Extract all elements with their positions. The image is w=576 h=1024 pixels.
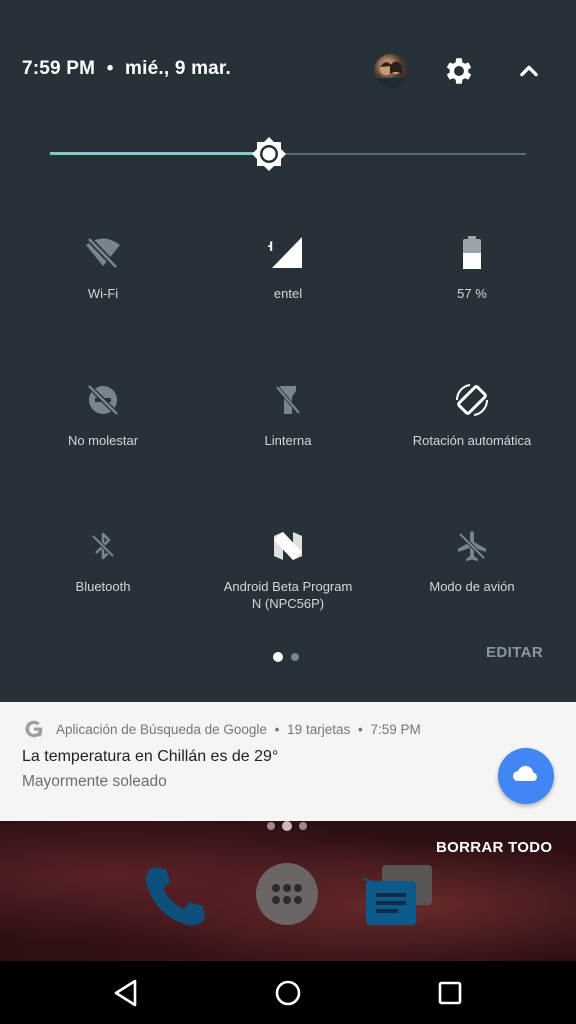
home-page-dots xyxy=(267,821,307,831)
tile-wifi[interactable]: Wi-Fi xyxy=(11,233,195,302)
tile-auto-rotate[interactable]: Rotación automática xyxy=(380,380,564,449)
clear-all-button[interactable]: BORRAR TODO xyxy=(436,839,552,856)
edit-button[interactable]: EDITAR xyxy=(486,644,543,661)
phone-app-icon[interactable] xyxy=(140,861,210,931)
wifi-off-icon xyxy=(86,236,120,270)
app-drawer-button[interactable] xyxy=(256,863,318,925)
tile-battery[interactable]: 57 % xyxy=(380,233,564,302)
do-not-disturb-off-icon xyxy=(87,384,119,416)
page-dot-active[interactable] xyxy=(273,652,283,662)
flashlight-off-icon xyxy=(275,385,301,415)
tile-label: Bluetooth xyxy=(75,579,131,594)
android-n-icon xyxy=(274,532,302,560)
collapse-chevron-up-icon[interactable] xyxy=(512,54,546,88)
tile-label: 57 % xyxy=(457,286,487,301)
tile-label: Modo de avión xyxy=(429,579,515,594)
network-type-badge: H xyxy=(268,238,273,254)
date-time[interactable]: 7:59 PM • mié., 9 mar. xyxy=(22,58,231,80)
settings-gear-icon[interactable] xyxy=(442,54,476,88)
notification-title: La temperatura en Chillán es de 29° xyxy=(22,748,279,765)
page-dot[interactable] xyxy=(291,653,299,661)
cloud-icon xyxy=(512,765,537,781)
brightness-slider[interactable] xyxy=(50,137,526,171)
navigation-bar xyxy=(0,961,576,1024)
back-icon[interactable] xyxy=(108,975,144,1011)
quick-settings-panel: 7:59 PM • mié., 9 mar. Wi-Fi H entel 57 … xyxy=(0,0,576,702)
avatar-photo-icon xyxy=(376,61,406,88)
bluetooth-off-icon xyxy=(90,532,116,560)
tile-flashlight[interactable]: Linterna xyxy=(196,380,380,449)
notification-header: Aplicación de Búsqueda de Google • 19 ta… xyxy=(56,722,421,737)
battery-icon xyxy=(463,236,481,269)
app-drawer-dots-icon xyxy=(272,884,302,904)
tile-label: entel xyxy=(273,286,303,301)
notification-text: Mayormente soleado xyxy=(22,773,167,790)
user-avatar[interactable] xyxy=(374,54,408,88)
tile-label: Linterna xyxy=(264,433,312,448)
tile-label: Android Beta Program N (NPC56P) xyxy=(223,579,353,611)
airplane-off-icon xyxy=(457,531,487,561)
notification-card[interactable]: Aplicación de Búsqueda de Google • 19 ta… xyxy=(0,702,576,821)
notification-cards: 19 tarjetas xyxy=(287,722,351,737)
auto-rotate-icon xyxy=(455,384,489,416)
tile-label: Rotación automática xyxy=(412,433,532,448)
separator: • xyxy=(357,722,363,737)
brightness-sun-icon[interactable] xyxy=(251,136,287,172)
recents-icon[interactable] xyxy=(432,975,468,1011)
status-header: 7:59 PM • mié., 9 mar. xyxy=(22,52,554,88)
messages-app-icon[interactable] xyxy=(362,861,442,931)
home-icon[interactable] xyxy=(270,975,306,1011)
clock: 7:59 PM xyxy=(22,58,96,79)
tile-android-beta[interactable]: Android Beta Program N (NPC56P) xyxy=(196,526,380,612)
tile-label: No molestar xyxy=(67,433,139,448)
home-screen-wallpaper: BORRAR TODO xyxy=(0,821,576,961)
weather-action-button[interactable] xyxy=(498,748,554,804)
tile-airplane-mode[interactable]: Modo de avión xyxy=(380,526,564,595)
cell-signal-icon: H xyxy=(268,237,302,268)
tile-cellular[interactable]: H entel xyxy=(196,233,380,302)
date: mié., 9 mar. xyxy=(125,58,231,79)
tile-do-not-disturb[interactable]: No molestar xyxy=(11,380,195,449)
tile-bluetooth[interactable]: Bluetooth xyxy=(11,526,195,595)
separator: • xyxy=(106,58,114,79)
notification-app: Aplicación de Búsqueda de Google xyxy=(56,722,267,737)
google-g-icon xyxy=(25,720,43,738)
separator: • xyxy=(274,722,280,737)
slider-fill xyxy=(50,152,269,155)
tile-label: Wi-Fi xyxy=(87,286,119,301)
notification-time: 7:59 PM xyxy=(370,722,421,737)
